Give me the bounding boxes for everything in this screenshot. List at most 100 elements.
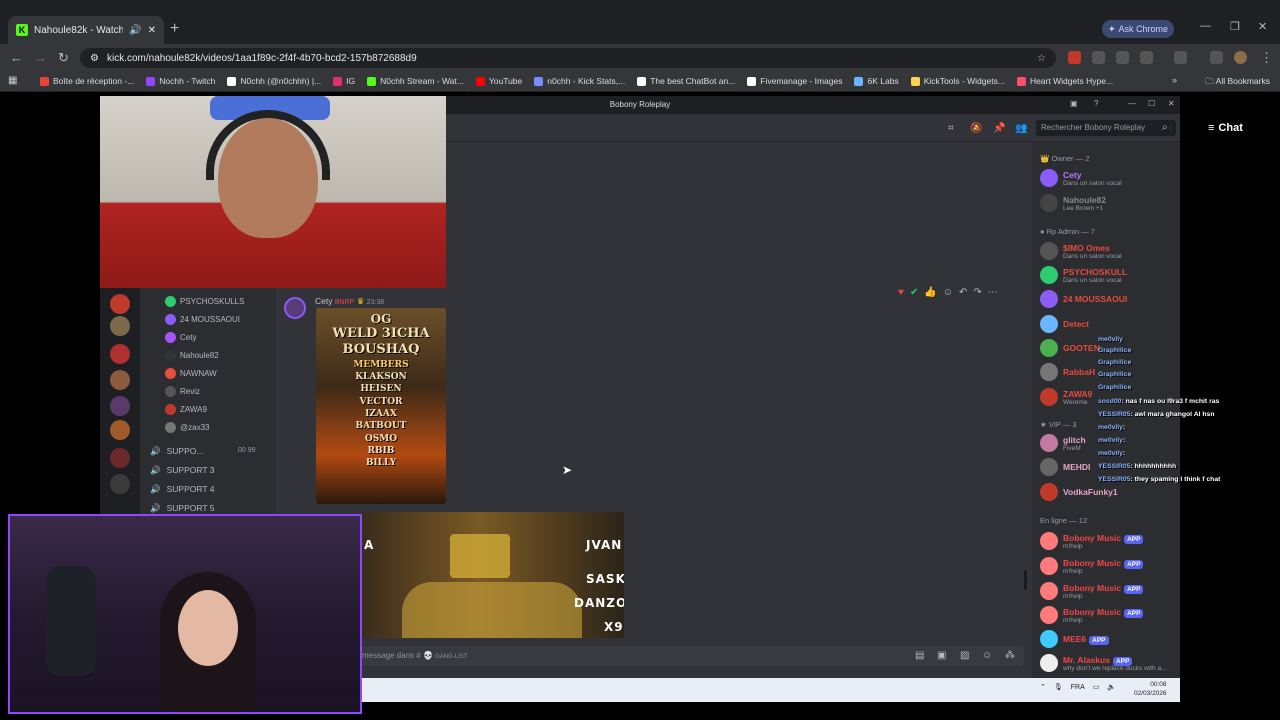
- app-icon[interactable]: ▤: [915, 650, 924, 661]
- chevron-more-icon[interactable]: »: [1172, 75, 1177, 85]
- more-dots-icon[interactable]: ⋯: [988, 287, 998, 298]
- emoji-icon[interactable]: ☺: [982, 650, 992, 661]
- add-reaction-icon[interactable]: ☺: [943, 287, 953, 298]
- media-icon[interactable]: [1210, 51, 1223, 64]
- member-item[interactable]: PSYCHOSKULL Dans un salon vocal: [1040, 264, 1176, 286]
- mute-icon[interactable]: 🔕: [970, 123, 982, 134]
- scrollbar[interactable]: [1024, 570, 1027, 590]
- support-channel[interactable]: 🔊 SUPPO...: [150, 446, 203, 457]
- inbox-icon[interactable]: ▣: [1070, 99, 1078, 108]
- new-tab-button[interactable]: +: [170, 20, 179, 38]
- member-item[interactable]: 24 MOUSSAOUI: [1040, 288, 1176, 310]
- member-item[interactable]: VodkaFunky1: [1040, 481, 1176, 503]
- gif-icon[interactable]: ▣: [937, 650, 946, 661]
- site-info-icon[interactable]: ⚙: [90, 53, 99, 64]
- chat-toggle-button[interactable]: ≡ Chat: [1208, 118, 1260, 138]
- member-item[interactable]: Bobony Music APP m!help: [1040, 604, 1176, 626]
- reload-icon[interactable]: ↻: [58, 50, 69, 66]
- speaker-icon[interactable]: 🔊: [129, 25, 141, 36]
- check-reaction-icon[interactable]: ✔: [910, 287, 918, 298]
- bookmark-star-icon[interactable]: ☆: [1037, 53, 1046, 64]
- members-icon[interactable]: 👥: [1015, 123, 1027, 134]
- message-author[interactable]: Cety: [315, 296, 332, 306]
- member-item[interactable]: Bobony Music APP m!help: [1040, 530, 1176, 552]
- support-channel[interactable]: 🔊 SUPPORT 5: [150, 503, 214, 514]
- member-item[interactable]: Detect: [1040, 313, 1176, 335]
- voice-user[interactable]: NAWNAW: [165, 368, 217, 379]
- extensions-puzzle-icon[interactable]: [1140, 51, 1153, 64]
- bookmark-item[interactable]: YouTube: [475, 76, 522, 86]
- server-icon[interactable]: [110, 370, 130, 390]
- member-item[interactable]: Bobony Music APP m!help: [1040, 580, 1176, 602]
- threads-icon[interactable]: ⌗: [948, 123, 954, 134]
- voice-user[interactable]: 24 MOUSSAOUI: [165, 314, 240, 325]
- menu-dots-icon[interactable]: ⋮: [1260, 50, 1273, 66]
- bookmark-item[interactable]: KickTools - Widgets...: [910, 76, 1005, 86]
- bookmark-item[interactable]: Heart Widgets Hype...: [1016, 76, 1113, 86]
- reply-icon[interactable]: ↶: [959, 287, 967, 298]
- bookmark-item[interactable]: N0chh (@n0chhh) |...: [227, 76, 321, 86]
- member-item[interactable]: MEE6 APP: [1040, 628, 1176, 650]
- close-window-icon[interactable]: ✕: [1168, 99, 1175, 108]
- extension-icon[interactable]: [1092, 51, 1105, 64]
- ask-chrome-button[interactable]: ✦ Ask Chrome: [1102, 20, 1174, 38]
- mic-icon[interactable]: 🎙: [1054, 683, 1063, 691]
- address-bar[interactable]: ⚙ kick.com/nahoule82k/videos/1aa1f89c-2f…: [80, 48, 1056, 68]
- forward-icon[interactable]: ↷: [973, 287, 981, 298]
- voice-user[interactable]: Cety: [165, 332, 196, 343]
- member-item[interactable]: Nahoule82 Lee Brown +1: [1040, 192, 1176, 214]
- bookmark-item[interactable]: n0chh - Kick Stats,...: [534, 76, 625, 86]
- server-icon[interactable]: [110, 396, 130, 416]
- server-icon[interactable]: [110, 420, 130, 440]
- maximize-icon[interactable]: ❐: [1230, 20, 1240, 33]
- pin-icon[interactable]: 📌: [993, 123, 1005, 134]
- member-item[interactable]: Mr. Alaskus APP why don't we replace ducks…: [1040, 652, 1176, 674]
- member-item[interactable]: $IMO Omes Dans un salon vocal: [1040, 240, 1176, 262]
- browser-tab[interactable]: K Nahoule82k - Watch the VOD 🔊 ✕: [8, 16, 164, 44]
- gang-poster-image[interactable]: OG WELD 3ICHA BOUSHAQ MEMBERS KLAKSON HEI…: [316, 308, 446, 504]
- cast-icon[interactable]: [1174, 51, 1187, 64]
- member-item[interactable]: Bobony Music APP m!help: [1040, 555, 1176, 577]
- bookmark-item[interactable]: Fivemanage - Images: [747, 76, 842, 86]
- voice-user[interactable]: PSYCHOSKULLS: [165, 296, 244, 307]
- heart-reaction-icon[interactable]: ♥: [898, 287, 904, 298]
- server-icon[interactable]: [110, 448, 130, 468]
- support-channel[interactable]: 🔊 SUPPORT 4: [150, 484, 214, 495]
- voice-user[interactable]: Nahoule82: [165, 350, 219, 361]
- server-icon[interactable]: [110, 474, 130, 494]
- network-icon[interactable]: ▭: [1093, 683, 1100, 691]
- volume-icon[interactable]: 🔈: [1107, 683, 1116, 691]
- bookmark-item[interactable]: IG: [333, 76, 355, 86]
- thumbs-up-icon[interactable]: 👍: [924, 287, 936, 298]
- bookmark-item[interactable]: N0chh Stream - Wat...: [367, 76, 464, 86]
- discord-search-input[interactable]: Rechercher Bobony Roleplay: [1036, 120, 1176, 136]
- bookmark-item[interactable]: Nochh - Twitch: [146, 76, 215, 86]
- minimize-icon[interactable]: —: [1200, 20, 1211, 32]
- maximize-icon[interactable]: ☐: [1148, 99, 1155, 108]
- taskbar-clock[interactable]: 00:08 02/03/2026: [1134, 680, 1167, 698]
- all-bookmarks-button[interactable]: 🗀 All Bookmarks: [1205, 76, 1270, 90]
- extension-icon[interactable]: [1116, 51, 1129, 64]
- close-tab-icon[interactable]: ✕: [148, 25, 156, 36]
- voice-user[interactable]: ZAWA9: [165, 404, 207, 415]
- sticker-icon[interactable]: ▨: [960, 650, 969, 661]
- apps-grid-icon[interactable]: ⁂: [1005, 650, 1015, 661]
- message-author-avatar[interactable]: [284, 297, 306, 319]
- server-icon[interactable]: [110, 294, 130, 314]
- voice-user[interactable]: Reviz: [165, 386, 200, 397]
- gang-poster-image-2[interactable]: A JVAN SASK DANZO X9: [362, 512, 624, 638]
- member-item[interactable]: Cety Dans un salon vocal: [1040, 167, 1176, 189]
- bookmark-item[interactable]: Boîte de réception -...: [40, 76, 134, 86]
- minimize-icon[interactable]: —: [1128, 99, 1136, 108]
- support-channel[interactable]: 🔊 SUPPORT 3: [150, 465, 214, 476]
- help-icon[interactable]: ?: [1094, 99, 1098, 108]
- chevron-up-icon[interactable]: ⌃: [1040, 683, 1046, 691]
- extension-icon[interactable]: [1068, 51, 1081, 64]
- voice-user[interactable]: @zax33: [165, 422, 209, 433]
- close-window-icon[interactable]: ✕: [1258, 20, 1267, 33]
- forward-icon[interactable]: →: [34, 50, 47, 65]
- server-icon[interactable]: [110, 316, 130, 336]
- bookmark-item[interactable]: The best ChatBot an...: [637, 76, 735, 86]
- server-icon[interactable]: [110, 344, 130, 364]
- profile-avatar[interactable]: [1234, 51, 1247, 64]
